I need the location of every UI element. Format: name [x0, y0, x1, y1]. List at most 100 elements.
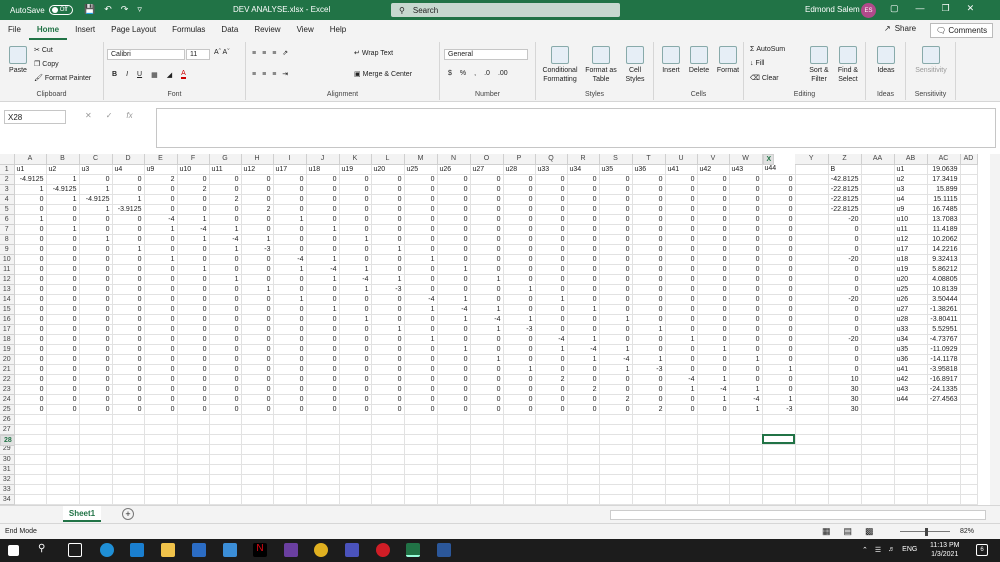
cell-o6[interactable]: 0 [470, 214, 504, 225]
cell-o16[interactable]: -4 [470, 314, 504, 325]
cell-j3[interactable]: 0 [306, 184, 340, 195]
cell-n6[interactable]: 0 [437, 214, 471, 225]
cell-x14[interactable]: 0 [762, 294, 796, 305]
cell-ad10[interactable] [960, 254, 978, 265]
cell-q1[interactable]: u33 [535, 164, 568, 175]
cell-f27[interactable] [177, 424, 210, 435]
cell-d10[interactable]: 0 [112, 254, 145, 265]
cell-r12[interactable]: 0 [567, 274, 600, 285]
cell-k22[interactable]: 0 [339, 374, 372, 385]
cell-ad2[interactable] [960, 174, 978, 185]
cell-v13[interactable]: 0 [697, 284, 730, 295]
cell-h33[interactable] [241, 484, 274, 495]
redo-icon[interactable]: ↷ [121, 4, 129, 15]
cell-y8[interactable] [795, 234, 829, 245]
cell-aa16[interactable] [861, 314, 895, 325]
cell-b21[interactable]: 0 [46, 364, 80, 375]
row-header[interactable]: 4 [0, 194, 15, 205]
cell-g20[interactable]: 0 [209, 354, 242, 365]
cell-o21[interactable]: 0 [470, 364, 504, 375]
cell-l12[interactable]: 1 [371, 274, 405, 285]
cell-h10[interactable]: 0 [241, 254, 274, 265]
cell-i6[interactable]: 1 [273, 214, 307, 225]
cell-q24[interactable]: 0 [535, 394, 568, 405]
cell-k13[interactable]: 1 [339, 284, 372, 295]
column-header-t[interactable]: T [632, 154, 666, 165]
app-icon[interactable] [130, 543, 144, 557]
cell-t10[interactable]: 0 [632, 254, 666, 265]
align-middle-icon[interactable]: ≡ [262, 50, 266, 57]
cell-j17[interactable]: 0 [306, 324, 340, 335]
column-header-j[interactable]: J [306, 154, 340, 165]
cell-o1[interactable]: u27 [470, 164, 504, 175]
cell-ad16[interactable] [960, 314, 978, 325]
cell-v25[interactable]: 0 [697, 404, 730, 415]
cell-u8[interactable]: 0 [665, 234, 698, 245]
cell-a5[interactable]: 0 [14, 204, 47, 215]
cell-i27[interactable] [273, 424, 307, 435]
cell-ad27[interactable] [960, 424, 978, 435]
cell-aa1[interactable] [861, 164, 895, 175]
cell-n34[interactable] [437, 494, 471, 505]
cell-v31[interactable] [697, 464, 730, 475]
cell-f12[interactable]: 0 [177, 274, 210, 285]
chevron-up-icon[interactable]: ⌃ [862, 546, 868, 554]
cell-u23[interactable]: 1 [665, 384, 698, 395]
cell-a25[interactable]: 0 [14, 404, 47, 415]
cell-ab14[interactable]: u26 [894, 294, 928, 305]
cell-v3[interactable]: 0 [697, 184, 730, 195]
cell-j34[interactable] [306, 494, 340, 505]
cell-h30[interactable] [241, 454, 274, 465]
cell-p15[interactable]: 0 [503, 304, 536, 315]
cell-w29[interactable] [729, 444, 763, 455]
cell-p33[interactable] [503, 484, 536, 495]
cell-b16[interactable]: 0 [46, 314, 80, 325]
column-header-r[interactable]: R [567, 154, 600, 165]
cell-d9[interactable]: 1 [112, 244, 145, 255]
cell-g2[interactable]: 0 [209, 174, 242, 185]
column-header-b[interactable]: B [46, 154, 80, 165]
cell-d23[interactable]: 0 [112, 384, 145, 395]
cell-i17[interactable]: 0 [273, 324, 307, 335]
cell-k1[interactable]: u19 [339, 164, 372, 175]
cell-aa6[interactable] [861, 214, 895, 225]
cell-y25[interactable] [795, 404, 829, 415]
cell-u24[interactable]: 0 [665, 394, 698, 405]
cell-ab23[interactable]: u43 [894, 384, 928, 395]
cell-i13[interactable]: 0 [273, 284, 307, 295]
column-header-ab[interactable]: AB [894, 154, 928, 165]
cell-c31[interactable] [79, 464, 113, 475]
cell-j28[interactable] [306, 434, 340, 445]
cell-p20[interactable]: 0 [503, 354, 536, 365]
cell-z20[interactable]: 0 [828, 354, 862, 365]
font-name-select[interactable]: Calibri [107, 49, 185, 60]
cell-h21[interactable]: 0 [241, 364, 274, 375]
cell-s16[interactable]: 1 [599, 314, 633, 325]
cell-d29[interactable] [112, 444, 145, 455]
cell-ad24[interactable] [960, 394, 978, 405]
cell-k17[interactable]: 0 [339, 324, 372, 335]
cell-l29[interactable] [371, 444, 405, 455]
cell-x26[interactable] [762, 414, 796, 425]
cell-b26[interactable] [46, 414, 80, 425]
cell-r24[interactable]: 0 [567, 394, 600, 405]
cell-t1[interactable]: u36 [632, 164, 666, 175]
cell-n1[interactable]: u26 [437, 164, 471, 175]
cell-ab4[interactable]: u4 [894, 194, 928, 205]
cell-r14[interactable]: 0 [567, 294, 600, 305]
column-header-i[interactable]: I [273, 154, 307, 165]
cell-i33[interactable] [273, 484, 307, 495]
cell-l31[interactable] [371, 464, 405, 475]
cell-x33[interactable] [762, 484, 796, 495]
cell-x5[interactable]: 0 [762, 204, 796, 215]
cell-c25[interactable]: 0 [79, 404, 113, 415]
row-header[interactable]: 19 [0, 344, 15, 355]
cell-v6[interactable]: 0 [697, 214, 730, 225]
cell-w26[interactable] [729, 414, 763, 425]
cell-q21[interactable]: 0 [535, 364, 568, 375]
cell-q23[interactable]: 0 [535, 384, 568, 395]
cell-m6[interactable]: 0 [404, 214, 438, 225]
column-header-m[interactable]: M [404, 154, 438, 165]
cell-f29[interactable] [177, 444, 210, 455]
cell-g21[interactable]: 0 [209, 364, 242, 375]
